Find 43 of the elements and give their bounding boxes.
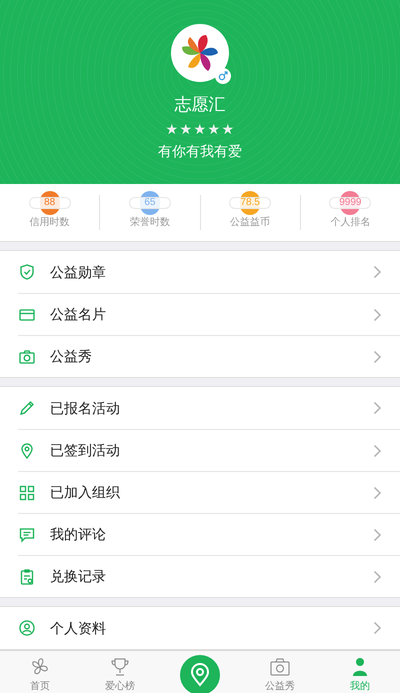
chevron-icon <box>373 621 382 635</box>
menu-item[interactable]: 公益勋章 <box>18 251 400 293</box>
chevron-icon <box>373 308 382 322</box>
stat-label: 个人排名 <box>330 216 370 230</box>
menu-item[interactable]: 已签到活动 <box>18 429 400 471</box>
shield-icon <box>18 263 36 281</box>
star-icon: ★ <box>166 122 178 136</box>
profile-name: 志愿汇 <box>174 94 226 116</box>
chevron-icon <box>373 350 382 364</box>
chevron-icon <box>373 265 382 279</box>
chat-bubble-icon <box>18 526 36 544</box>
menu-item[interactable]: 公益秀 <box>18 335 400 377</box>
star-icon: ★ <box>208 122 220 136</box>
star-icon: ★ <box>222 122 234 136</box>
trophy-icon <box>109 656 131 678</box>
chevron-icon <box>373 401 382 415</box>
chevron-icon <box>373 570 382 584</box>
person-icon <box>18 619 36 637</box>
stat-label: 公益益币 <box>230 216 270 230</box>
camera-icon <box>269 656 291 678</box>
menu-item[interactable]: 兑换记录 <box>18 555 400 597</box>
stat-value: 78.5 <box>229 197 272 209</box>
stat-value: 88 <box>28 197 71 209</box>
menu-item[interactable]: 已报名活动 <box>18 387 400 429</box>
profile-motto: 有你有我有爱 <box>158 142 242 160</box>
clipboard-icon <box>18 568 36 586</box>
menu-item[interactable]: 公益名片 <box>18 293 400 335</box>
stat-value: 9999 <box>329 197 372 209</box>
chevron-icon <box>373 486 382 500</box>
menu-item[interactable]: 已加入组织 <box>18 471 400 513</box>
pencil-icon <box>18 399 36 417</box>
camera-icon <box>18 348 36 366</box>
chevron-icon <box>373 444 382 458</box>
grid-icon <box>18 484 36 502</box>
location-button[interactable] <box>180 654 220 693</box>
stat-label: 荣誉时数 <box>130 216 170 230</box>
stat-label: 信用时数 <box>30 216 70 230</box>
star-icon: ★ <box>180 122 192 136</box>
location-pin-icon <box>190 662 210 686</box>
star-icon: ★ <box>194 122 206 136</box>
chevron-icon <box>373 528 382 542</box>
menu-item[interactable]: 我的评论 <box>18 513 400 555</box>
stat-value: 65 <box>128 197 171 209</box>
